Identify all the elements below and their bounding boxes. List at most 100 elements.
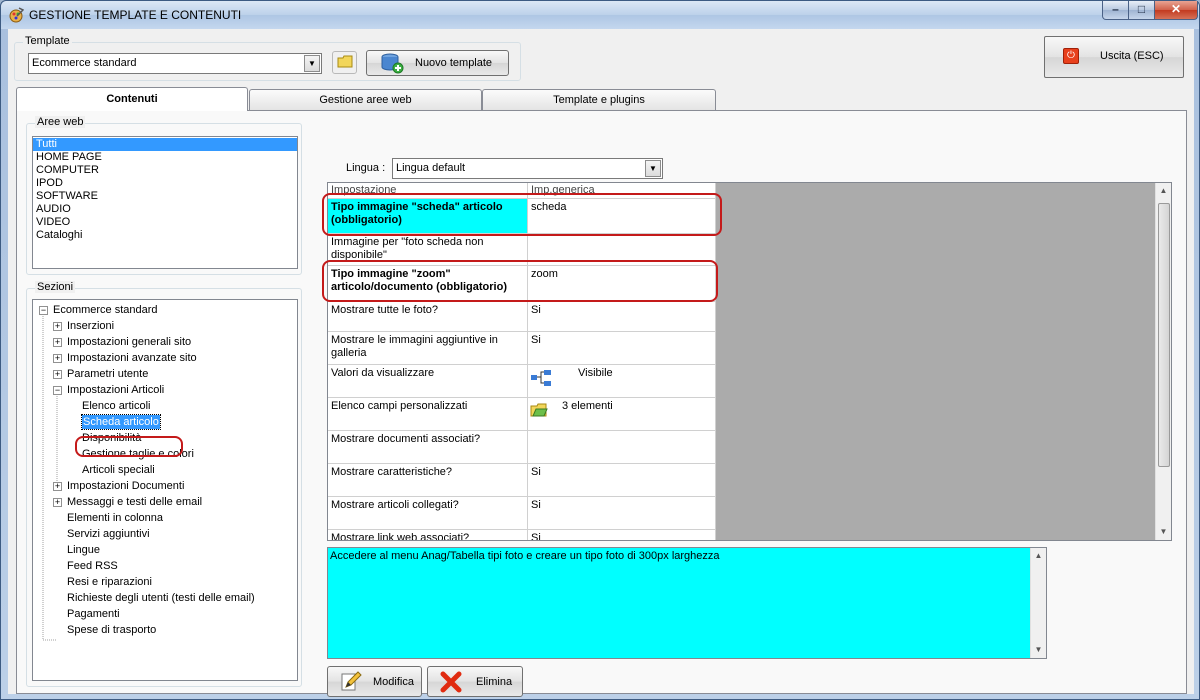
tree-node[interactable]: Resi e riparazioni <box>67 575 152 589</box>
grid-scrollbar[interactable]: ▲ ▼ <box>1155 183 1171 540</box>
memo-scrollbar[interactable]: ▲ ▼ <box>1030 548 1046 658</box>
grid-cell-name[interactable]: Mostrare documenti associati? <box>328 431 528 464</box>
modifica-button[interactable]: Modifica <box>327 666 422 697</box>
window-title: GESTIONE TEMPLATE E CONTENUTI <box>29 8 242 22</box>
tree-node[interactable]: Articoli speciali <box>82 463 155 477</box>
grid-cell-value[interactable]: Visibile <box>528 365 716 398</box>
expand-icon[interactable]: + <box>53 482 62 491</box>
grid-cell-name[interactable]: Mostrare articoli collegati? <box>328 497 528 530</box>
grid-cell-value[interactable]: Si <box>528 464 716 497</box>
description-text: Accedere al menu Anag/Tabella tipi foto … <box>330 550 720 562</box>
tree-node[interactable]: Impostazioni Documenti <box>67 479 184 493</box>
expand-icon[interactable]: + <box>53 498 62 507</box>
expand-icon[interactable]: + <box>53 370 62 379</box>
grid-cell-value-text: Visibile <box>578 367 613 379</box>
tree-node[interactable]: Elementi in colonna <box>67 511 163 525</box>
tree-node[interactable]: Impostazioni generali sito <box>67 335 191 349</box>
expand-icon[interactable]: + <box>53 338 62 347</box>
exit-button[interactable]: ⏻ Uscita (ESC) <box>1044 36 1184 78</box>
grid-cell-value[interactable]: 3 elementi <box>528 398 716 431</box>
chevron-down-icon[interactable]: ▼ <box>645 160 661 177</box>
title-bar[interactable]: GESTIONE TEMPLATE E CONTENUTI – □ ✕ <box>1 1 1199 29</box>
tree-node[interactable]: Scheda articolo <box>81 414 161 430</box>
tree-node[interactable]: Parametri utente <box>67 367 148 381</box>
database-add-icon <box>381 53 404 74</box>
tree-node[interactable]: Feed RSS <box>67 559 118 573</box>
tree-node[interactable]: Elenco articoli <box>82 399 150 413</box>
annotation-box <box>322 193 722 236</box>
annotation-box <box>75 436 183 457</box>
scroll-thumb[interactable] <box>1158 203 1170 467</box>
tree-node[interactable]: Richieste degli utenti (testi delle emai… <box>67 591 255 605</box>
list-item[interactable]: VIDEO <box>33 216 297 229</box>
elimina-label: Elimina <box>476 676 513 688</box>
grid-cell-value[interactable] <box>528 431 716 464</box>
grid-cell-name[interactable]: Mostrare tutte le foto? <box>328 302 528 332</box>
new-template-button[interactable]: Nuovo template <box>366 50 509 76</box>
sezioni-tree[interactable]: − Ecommerce standard + Inserzioni + Imposta… <box>32 299 298 681</box>
tree-icon[interactable] <box>530 369 552 391</box>
scroll-down-icon[interactable]: ▼ <box>1156 524 1171 540</box>
app-icon <box>9 7 24 23</box>
tree-node[interactable]: Impostazioni Articoli <box>67 383 164 397</box>
chevron-down-icon[interactable]: ▼ <box>304 55 320 72</box>
list-item[interactable]: HOME PAGE <box>33 151 297 164</box>
collapse-icon[interactable]: − <box>53 386 62 395</box>
grid-cell-value[interactable]: Si <box>528 497 716 530</box>
client-area: Template Ecommerce standard ▼ Nuovo temp… <box>8 29 1194 697</box>
close-button[interactable]: ✕ <box>1154 1 1198 20</box>
tab-gestione-aree-web[interactable]: Gestione aree web <box>249 89 482 110</box>
list-item[interactable]: Tutti <box>33 138 297 151</box>
grid-cell-value[interactable]: Si <box>528 530 716 540</box>
exit-label: Uscita (ESC) <box>1100 50 1164 62</box>
tab-panel: Aree web Tutti HOME PAGE COMPUTER IPOD S… <box>16 110 1187 697</box>
template-select-value: Ecommerce standard <box>32 57 137 69</box>
lingua-select-value: Lingua default <box>396 162 466 174</box>
scroll-up-icon[interactable]: ▲ <box>1156 183 1171 199</box>
tree-node[interactable]: Servizi aggiuntivi <box>67 527 150 541</box>
grid-cell-name[interactable]: Elenco campi personalizzati <box>328 398 528 431</box>
tab-template-plugins[interactable]: Template e plugins <box>482 89 716 110</box>
folder-icon[interactable] <box>530 402 548 422</box>
list-item[interactable]: AUDIO <box>33 203 297 216</box>
expand-icon[interactable]: + <box>53 354 62 363</box>
grid-cell-name[interactable]: Mostrare le immagini aggiuntive in galle… <box>328 332 528 365</box>
list-item[interactable]: Cataloghi <box>33 229 297 242</box>
tab-contenuti[interactable]: Contenuti <box>16 87 248 111</box>
tree-root[interactable]: Ecommerce standard <box>53 303 158 317</box>
maximize-button[interactable]: □ <box>1128 1 1155 20</box>
scroll-down-icon[interactable]: ▼ <box>1031 642 1046 658</box>
expand-icon[interactable]: + <box>53 322 62 331</box>
lingua-label: Lingua : <box>346 162 386 174</box>
elimina-button[interactable]: Elimina <box>427 666 523 697</box>
new-template-label: Nuovo template <box>415 57 493 69</box>
tree-node[interactable]: Pagamenti <box>67 607 120 621</box>
scroll-up-icon[interactable]: ▲ <box>1031 548 1046 564</box>
tree-node[interactable]: Inserzioni <box>67 319 114 333</box>
open-folder-button[interactable] <box>332 51 357 74</box>
tree-node[interactable]: Messaggi e testi delle email <box>67 495 202 509</box>
folder-icon <box>337 55 352 68</box>
grid-cell-name[interactable]: Valori da visualizzare <box>328 365 528 398</box>
grid-cell-name[interactable]: Mostrare link web associati? <box>328 530 528 540</box>
description-memo[interactable]: Accedere al menu Anag/Tabella tipi foto … <box>327 547 1047 659</box>
grid-cell-value[interactable]: Si <box>528 302 716 332</box>
grid-cell-name[interactable]: Mostrare caratteristiche? <box>328 464 528 497</box>
tree-node[interactable]: Lingue <box>67 543 100 557</box>
list-item[interactable]: SOFTWARE <box>33 190 297 203</box>
grid-cell-value[interactable]: Si <box>528 332 716 365</box>
list-item[interactable]: COMPUTER <box>33 164 297 177</box>
tree-node[interactable]: Impostazioni avanzate sito <box>67 351 197 365</box>
annotation-box <box>322 260 718 302</box>
aree-web-label: Aree web <box>35 116 86 128</box>
delete-icon <box>440 671 462 693</box>
modifica-label: Modifica <box>373 676 414 688</box>
aree-web-list[interactable]: Tutti HOME PAGE COMPUTER IPOD SOFTWARE A… <box>32 136 298 269</box>
minimize-button[interactable]: – <box>1102 1 1129 20</box>
sezioni-label: Sezioni <box>35 281 76 293</box>
collapse-icon[interactable]: − <box>39 306 48 315</box>
template-select[interactable]: Ecommerce standard ▼ <box>28 53 322 74</box>
tree-node[interactable]: Spese di trasporto <box>67 623 156 637</box>
list-item[interactable]: IPOD <box>33 177 297 190</box>
lingua-select[interactable]: Lingua default ▼ <box>392 158 663 179</box>
